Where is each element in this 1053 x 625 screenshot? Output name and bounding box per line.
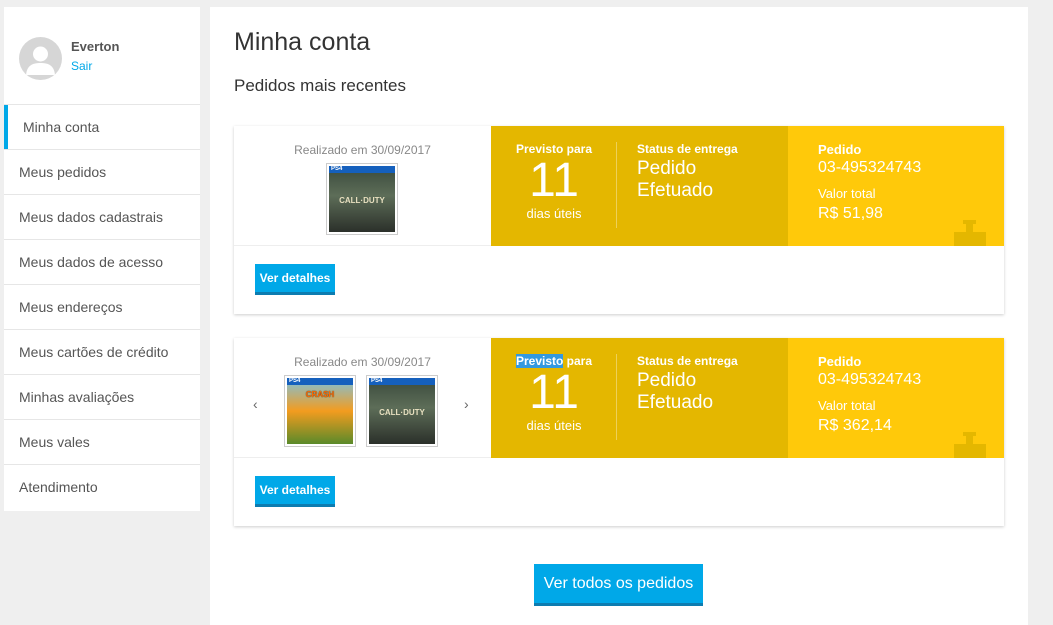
- sidebar-item-minha-conta[interactable]: Minha conta: [4, 104, 200, 149]
- order-info: Pedido 03-495324743 Valor total R$ 51,98: [788, 126, 1004, 246]
- delivery-info: Previsto para 11 dias úteis Status de en…: [491, 338, 788, 458]
- order-summary: Realizado em 30/09/2017 PS4 CALL·DUTY Pr…: [234, 126, 1004, 246]
- status-value: Pedido Efetuado: [637, 158, 714, 201]
- divider: [616, 354, 617, 440]
- sidebar-item-dados-cadastrais[interactable]: Meus dados cadastrais: [4, 194, 200, 239]
- user-block: Everton Sair: [4, 7, 200, 104]
- total-value: R$ 51,98: [818, 205, 883, 222]
- order-products: Realizado em 30/09/2017 ‹ PS4 CRASH PS4 …: [234, 338, 491, 458]
- product-cover-title: CRASH: [305, 390, 335, 399]
- sidebar: Everton Sair Minha conta Meus pedidos Me…: [4, 7, 200, 511]
- product-thumbnail[interactable]: PS4 CALL·DUTY: [366, 375, 438, 447]
- product-thumbnail[interactable]: PS4 CALL·DUTY: [326, 163, 398, 235]
- platform-label: PS4: [287, 378, 353, 385]
- sidebar-item-avaliacoes[interactable]: Minhas avaliações: [4, 374, 200, 419]
- chevron-left-icon[interactable]: ‹: [253, 396, 258, 412]
- order-date: Realizado em 30/09/2017: [294, 143, 431, 157]
- order-card: Realizado em 30/09/2017 PS4 CALL·DUTY Pr…: [234, 126, 1004, 314]
- order-date: Realizado em 30/09/2017: [294, 355, 431, 369]
- status-label: Status de entrega: [637, 354, 738, 368]
- product-cover-title: CALL·DUTY: [379, 408, 425, 417]
- chevron-right-icon[interactable]: ›: [464, 396, 469, 412]
- details-button[interactable]: Ver detalhes: [255, 264, 335, 295]
- total-value: R$ 362,14: [818, 417, 892, 434]
- sidebar-item-enderecos[interactable]: Meus endereços: [4, 284, 200, 329]
- avatar: [19, 37, 62, 80]
- order-products: Realizado em 30/09/2017 PS4 CALL·DUTY: [234, 126, 491, 246]
- delivery-info: Previsto para 11 dias úteis Status de en…: [491, 126, 788, 246]
- sidebar-item-vales[interactable]: Meus vales: [4, 419, 200, 464]
- user-avatar-icon: [26, 46, 55, 75]
- details-button[interactable]: Ver detalhes: [255, 476, 335, 507]
- sidebar-item-meus-pedidos[interactable]: Meus pedidos: [4, 149, 200, 194]
- order-number: 03-495324743: [818, 371, 922, 388]
- product-thumbnail[interactable]: PS4 CRASH: [284, 375, 356, 447]
- all-orders-button[interactable]: Ver todos os pedidos: [534, 564, 703, 606]
- platform-label: PS4: [369, 378, 435, 385]
- order-number: 03-495324743: [818, 159, 922, 176]
- sidebar-item-cartoes[interactable]: Meus cartões de crédito: [4, 329, 200, 374]
- sidebar-item-dados-acesso[interactable]: Meus dados de acesso: [4, 239, 200, 284]
- divider: [616, 142, 617, 228]
- product-cover-title: CALL·DUTY: [339, 196, 385, 205]
- order-info: Pedido 03-495324743 Valor total R$ 362,1…: [788, 338, 1004, 458]
- total-label: Valor total: [818, 398, 876, 413]
- total-label: Valor total: [818, 186, 876, 201]
- order-label: Pedido: [818, 142, 862, 157]
- logout-link[interactable]: Sair: [71, 59, 92, 73]
- order-summary: Realizado em 30/09/2017 ‹ PS4 CRASH PS4 …: [234, 338, 1004, 458]
- product-cover: PS4 CRASH: [287, 378, 353, 444]
- platform-label: PS4: [329, 166, 395, 173]
- section-title: Pedidos mais recentes: [234, 76, 406, 95]
- product-cover: PS4 CALL·DUTY: [329, 166, 395, 232]
- order-label: Pedido: [818, 354, 862, 369]
- product-cover: PS4 CALL·DUTY: [369, 378, 435, 444]
- user-name: Everton: [71, 39, 120, 54]
- forecast-days: 11: [529, 154, 579, 207]
- order-card: Realizado em 30/09/2017 ‹ PS4 CRASH PS4 …: [234, 338, 1004, 526]
- main-panel: Minha conta Pedidos mais recentes Realiz…: [210, 7, 1028, 625]
- status-label: Status de entrega: [637, 142, 738, 156]
- sidebar-nav: Minha conta Meus pedidos Meus dados cada…: [4, 104, 200, 509]
- forecast-unit: dias úteis: [526, 206, 582, 221]
- page-title: Minha conta: [234, 28, 371, 56]
- forecast-days: 11: [529, 366, 579, 419]
- package-icon: [954, 220, 986, 246]
- status-value: Pedido Efetuado: [637, 370, 714, 413]
- package-icon: [954, 432, 986, 458]
- forecast-unit: dias úteis: [526, 418, 582, 433]
- sidebar-item-atendimento[interactable]: Atendimento: [4, 464, 200, 509]
